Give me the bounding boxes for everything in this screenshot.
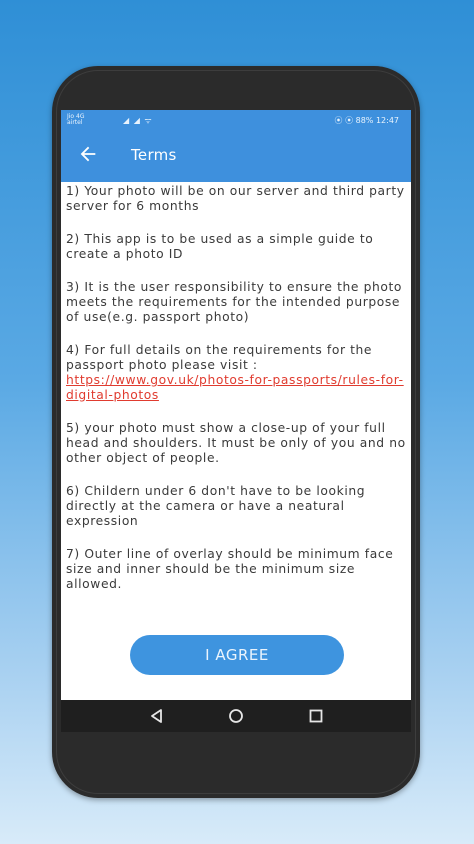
term-2: 2) This app is to be used as a simple gu… bbox=[66, 232, 374, 261]
term-7: 7) Outer line of overlay should be minim… bbox=[66, 547, 394, 591]
navigation-bar bbox=[61, 700, 411, 732]
agree-button[interactable]: I AGREE bbox=[130, 635, 344, 675]
triangle-back-icon[interactable] bbox=[149, 708, 165, 724]
term-4: 4) For full details on the requirements … bbox=[66, 343, 408, 403]
term-6: 6) Childern under 6 don't have to be loo… bbox=[66, 484, 366, 528]
passport-rules-link[interactable]: https://www.gov.uk/photos-for-passports/… bbox=[66, 373, 404, 402]
arrow-left-icon[interactable] bbox=[77, 143, 99, 165]
signal-icon: ◢ ◢ ᯤ bbox=[123, 116, 153, 125]
app-bar: Terms bbox=[61, 130, 411, 182]
term-3: 3) It is the user responsibility to ensu… bbox=[66, 280, 403, 324]
phone-screen: Jio 4G airtel ◢ ◢ ᯤ ⦿ ⦿ 88% 12:47 Terms … bbox=[61, 110, 411, 732]
terms-list: 1) Your photo will be on our server and … bbox=[66, 184, 408, 610]
status-right: ⦿ ⦿ 88% 12:47 bbox=[334, 116, 399, 125]
circle-home-icon[interactable] bbox=[228, 708, 244, 724]
status-bar: Jio 4G airtel ◢ ◢ ᯤ ⦿ ⦿ 88% 12:47 bbox=[61, 110, 411, 130]
carrier-bottom: airtel bbox=[67, 119, 83, 126]
term-4-text: 4) For full details on the requirements … bbox=[66, 343, 373, 372]
term-1: 1) Your photo will be on our server and … bbox=[66, 184, 405, 213]
square-recents-icon[interactable] bbox=[308, 708, 324, 724]
term-5: 5) your photo must show a close-up of yo… bbox=[66, 421, 406, 465]
page-title: Terms bbox=[131, 146, 177, 164]
carrier-info: Jio 4G airtel bbox=[67, 114, 84, 126]
